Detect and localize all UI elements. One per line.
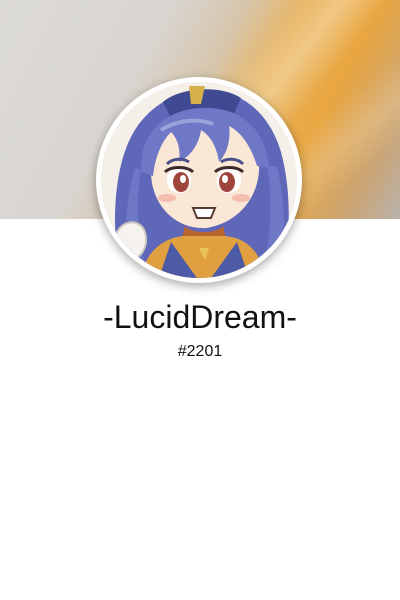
anime-girl-avatar-icon: [101, 82, 297, 278]
username: -LucidDream-: [103, 299, 297, 335]
avatar-ring: [96, 77, 302, 283]
avatar[interactable]: [101, 82, 297, 278]
profile-card: -LucidDream- #2201: [0, 0, 400, 600]
user-discriminator: #2201: [177, 343, 223, 360]
